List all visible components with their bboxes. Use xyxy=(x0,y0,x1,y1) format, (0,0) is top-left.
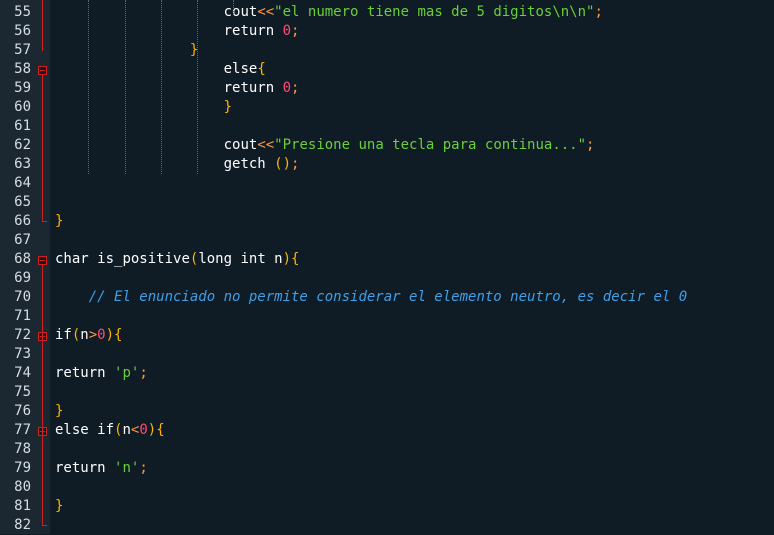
code-token: ){ xyxy=(147,422,165,438)
line-number: 59 xyxy=(14,80,31,96)
code-line[interactable]: return 0; xyxy=(224,22,300,41)
line-number: 68 xyxy=(14,251,31,267)
code-token: ; xyxy=(594,4,603,20)
code-token: ){ xyxy=(282,251,300,267)
code-token: n xyxy=(80,327,89,343)
code-token: "Presione una tecla para continua..." xyxy=(274,137,587,153)
code-token: } xyxy=(55,403,64,419)
code-line[interactable]: cout<<"Presione una tecla para continua.… xyxy=(224,136,595,155)
code-token: > xyxy=(88,327,98,343)
code-line[interactable]: } xyxy=(55,402,63,421)
code-token: } xyxy=(223,99,233,115)
line-number: 56 xyxy=(14,23,31,39)
code-token: return xyxy=(223,80,283,96)
line-number: 82 xyxy=(14,517,31,533)
code-line[interactable]: getch (); xyxy=(224,155,300,174)
line-number: 73 xyxy=(14,346,31,362)
code-token: } xyxy=(55,498,64,514)
code-token: 0 xyxy=(282,23,292,39)
code-token: ; xyxy=(139,460,148,476)
code-area[interactable]: cout<<"el numero tiene mas de 5 digitos\… xyxy=(50,0,774,534)
line-number: 72 xyxy=(14,327,31,343)
code-token: 0 xyxy=(139,422,148,438)
line-number: 64 xyxy=(14,175,31,191)
fold-range-line xyxy=(42,264,43,526)
code-token: cout xyxy=(223,137,258,153)
code-editor[interactable]: 55 56 57 58 59 60 61 62 63 64 65 66 67 68 69 70 71 72 73 74… xyxy=(0,0,774,534)
code-token: ; xyxy=(291,80,300,96)
code-token: is_positive xyxy=(97,251,190,267)
code-token: } xyxy=(55,213,64,229)
code-token: else xyxy=(223,61,258,77)
code-token: ; xyxy=(139,365,148,381)
fold-end-marker xyxy=(42,525,47,526)
code-line[interactable]: else if(n<0){ xyxy=(55,421,165,440)
line-number: 67 xyxy=(14,232,31,248)
code-line[interactable]: } xyxy=(224,98,232,117)
code-token: return xyxy=(223,23,283,39)
line-number: 75 xyxy=(14,384,31,400)
code-token: { xyxy=(257,61,266,77)
code-token: 0 xyxy=(97,327,106,343)
code-token: getch xyxy=(223,156,275,172)
code-line[interactable]: return 'n'; xyxy=(55,459,148,478)
code-token: 'p' xyxy=(114,365,140,381)
code-token: cout xyxy=(223,4,258,20)
line-number: 61 xyxy=(14,118,31,134)
code-token: << xyxy=(257,137,275,153)
code-line[interactable]: return 0; xyxy=(224,79,300,98)
code-line[interactable]: cout<<"el numero tiene mas de 5 digitos\… xyxy=(224,3,603,22)
line-number: 65 xyxy=(14,194,31,210)
line-number: 58 xyxy=(14,61,31,77)
line-number: 74 xyxy=(14,365,31,381)
indent-guide xyxy=(88,0,89,174)
code-line[interactable]: } xyxy=(55,212,63,231)
code-token: 'n' xyxy=(114,460,140,476)
code-token: return xyxy=(55,365,115,381)
line-number: 77 xyxy=(14,422,31,438)
line-number: 60 xyxy=(14,99,31,115)
indent-guide xyxy=(197,0,198,174)
line-number: 78 xyxy=(14,441,31,457)
line-number: 62 xyxy=(14,137,31,153)
line-number: 55 xyxy=(14,4,31,20)
fold-range-line xyxy=(42,0,43,51)
code-token: char xyxy=(55,251,98,267)
code-token: "el numero tiene mas de 5 digitos\n\n" xyxy=(274,4,595,20)
code-token: return xyxy=(55,460,115,476)
code-token: 0 xyxy=(282,80,292,96)
line-number: 81 xyxy=(14,498,31,514)
code-token: if xyxy=(55,327,72,343)
code-line[interactable]: // El enunciado no permite considerar el… xyxy=(89,288,687,307)
line-number: 79 xyxy=(14,460,31,476)
code-token: ; xyxy=(291,23,300,39)
line-number: 76 xyxy=(14,403,31,419)
line-number: 63 xyxy=(14,156,31,172)
code-line[interactable]: } xyxy=(55,497,63,516)
code-line[interactable]: return 'p'; xyxy=(55,364,148,383)
code-token: << xyxy=(257,4,275,20)
code-line[interactable]: char is_positive(long int n){ xyxy=(55,250,299,269)
line-number: 57 xyxy=(14,42,31,58)
line-number: 66 xyxy=(14,213,31,229)
code-token: // El enunciado no permite considerar el… xyxy=(88,289,688,305)
code-token: () xyxy=(274,156,292,172)
fold-end-marker xyxy=(42,221,47,222)
code-token: ){ xyxy=(105,327,123,343)
code-token: else if xyxy=(55,422,115,438)
indent-guide xyxy=(125,0,126,174)
code-token: ; xyxy=(586,137,595,153)
code-token: n xyxy=(122,422,131,438)
code-token: ; xyxy=(291,156,300,172)
fold-range-line xyxy=(42,74,43,222)
code-line[interactable]: else{ xyxy=(224,60,266,79)
indent-guide xyxy=(233,0,234,14)
line-number: 69 xyxy=(14,270,31,286)
line-number: 80 xyxy=(14,479,31,495)
line-number: 70 xyxy=(14,289,31,305)
code-line[interactable]: if(n>0){ xyxy=(55,326,122,345)
line-number: 71 xyxy=(14,308,31,324)
indent-guide xyxy=(161,0,162,174)
code-token: long int n xyxy=(198,251,283,267)
